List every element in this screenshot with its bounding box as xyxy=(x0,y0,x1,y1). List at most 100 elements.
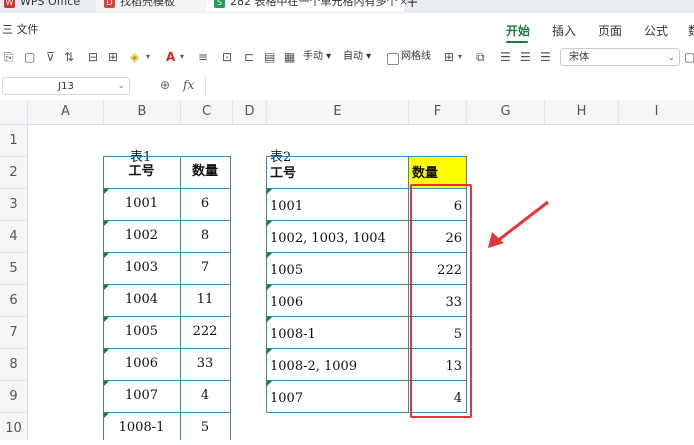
formula-divider xyxy=(205,76,206,96)
ribbon-tab-insert[interactable]: 插入 xyxy=(552,22,576,39)
format-painter-icon[interactable]: ⎘ xyxy=(4,49,14,65)
gridlines-checkbox[interactable] xyxy=(387,53,399,65)
tab-wps-label: WPS Office xyxy=(20,0,81,8)
table-border xyxy=(103,252,231,253)
name-box[interactable]: J13 ⌄ xyxy=(2,77,130,95)
merge-icon[interactable]: ⊡ xyxy=(222,49,232,65)
table-border xyxy=(103,156,231,157)
text-number-marker xyxy=(104,189,109,194)
ribbon-tab-data[interactable]: 数 xyxy=(688,22,694,39)
table1-cell[interactable]: 222 xyxy=(180,316,230,348)
table1-cell[interactable]: 6 xyxy=(180,188,230,220)
table-border xyxy=(230,156,231,440)
text-number-marker xyxy=(267,381,272,386)
row-height-auto[interactable]: 自动 ▾ xyxy=(343,50,371,64)
table-icon[interactable]: ▦ xyxy=(284,49,295,65)
cell-style-icon[interactable]: ▤ xyxy=(264,49,275,65)
annotation-arrow-icon xyxy=(488,200,549,248)
tab-template[interactable]: D 找稻壳模板 xyxy=(96,0,212,12)
sort-icon[interactable]: ⇅ xyxy=(64,49,74,65)
text-number-marker xyxy=(267,253,272,258)
row-height-auto-label: 自动 xyxy=(343,51,363,62)
cell-area[interactable]: 表1 表2 工号 数量 1001 6 1002 8 1003 7 1004 11 1005 222 1006… xyxy=(0,100,694,440)
function-icon[interactable]: fx xyxy=(183,78,194,92)
ribbon-toolbar: ⎘ ▢ ⊽ ⇅ ⊟ ⊞ ◈ ▾ A ▾ ≡ ⊡ ⊏ ▤ ▦ 手动 ▾ 自动 ▾ … xyxy=(0,44,694,73)
table2-cell[interactable]: 1005 xyxy=(266,252,408,284)
table1-cell[interactable]: 8 xyxy=(180,220,230,252)
fill-color-icon[interactable]: ◈ xyxy=(130,49,139,65)
table-border xyxy=(103,348,231,349)
table2-cell[interactable]: 1008-2, 1009 xyxy=(266,348,408,380)
table-border xyxy=(103,412,231,413)
table1-cell[interactable]: 4 xyxy=(180,380,230,412)
freeze-icon[interactable]: ⊟ xyxy=(88,49,98,65)
border-icon[interactable]: ⊞ xyxy=(108,49,118,65)
text-number-marker xyxy=(104,317,109,322)
chevron-down-icon[interactable]: ▾ xyxy=(146,49,150,65)
wrap-icon[interactable]: ⊏ xyxy=(244,49,254,65)
table1-cell[interactable]: 11 xyxy=(180,284,230,316)
formula-input[interactable] xyxy=(208,76,688,96)
table1-cell[interactable]: 7 xyxy=(180,252,230,284)
filter-icon[interactable]: ⊽ xyxy=(46,49,55,65)
font-family-select[interactable]: 宋体 ⌄ xyxy=(560,48,680,66)
table1-cell[interactable]: 1004 xyxy=(103,284,180,316)
table1-cell[interactable]: 1002 xyxy=(103,220,180,252)
chevron-down-icon[interactable]: ▾ xyxy=(458,49,462,65)
file-menu[interactable]: 三 文件 xyxy=(2,21,39,37)
table2-cell[interactable]: 1002, 1003, 1004 xyxy=(266,220,408,252)
wps-logo-icon: W xyxy=(4,0,15,8)
row-height-manual[interactable]: 手动 ▾ xyxy=(303,50,331,64)
gridlines-label: 网格线 xyxy=(401,51,431,62)
table1-cell[interactable]: 33 xyxy=(180,348,230,380)
table1-header-cell[interactable]: 工号 xyxy=(103,156,180,188)
tab-template-label: 找稻壳模板 xyxy=(120,0,175,8)
table1-cell[interactable]: 1005 xyxy=(103,316,180,348)
layout-icon[interactable]: ⊞ xyxy=(444,49,454,65)
tab-active-label: 282 表格中在一个单元格内有多个 xyxy=(230,0,398,8)
docer-logo-icon: D xyxy=(104,0,115,8)
chevron-down-icon[interactable]: ▾ xyxy=(180,49,184,65)
table2-cell[interactable]: 1006 xyxy=(266,284,408,316)
font-size-icon[interactable]: ▢ xyxy=(684,49,694,65)
row-height-manual-label: 手动 xyxy=(303,51,323,62)
text-number-marker xyxy=(104,349,109,354)
align-center-icon[interactable]: ☰ xyxy=(520,49,531,65)
text-number-marker xyxy=(267,349,272,354)
table1-cell[interactable]: 1003 xyxy=(103,252,180,284)
spreadsheet-grid: ABCDEFGHI 1 2 3 4 5 6 7 8 9 10 表1 表2 工号 数量 1001 6 1002 8… xyxy=(0,100,694,440)
ribbon-tab-page[interactable]: 页面 xyxy=(598,22,622,39)
text-number-marker xyxy=(104,221,109,226)
table2-cell[interactable]: 1008-1 xyxy=(266,316,408,348)
text-number-marker xyxy=(104,381,109,386)
tab-active-sheet[interactable]: S 282 表格中在一个单元格内有多个 xyxy=(206,0,404,12)
align-left-icon[interactable]: ☰ xyxy=(500,49,511,65)
table-border xyxy=(266,156,467,157)
ribbon-tab-home[interactable]: 开始 xyxy=(506,22,530,39)
align-icon[interactable]: ≡ xyxy=(198,49,208,65)
text-number-marker xyxy=(104,253,109,258)
align-right-icon[interactable]: ☰ xyxy=(540,49,551,65)
zoom-icon[interactable]: ⊕ xyxy=(160,78,170,92)
table-border xyxy=(180,156,181,440)
arrange-icon[interactable]: ⧉ xyxy=(476,49,485,65)
tab-wps-office[interactable]: W WPS Office xyxy=(4,0,94,12)
table-border xyxy=(103,284,231,285)
paste-icon[interactable]: ▢ xyxy=(24,49,35,65)
table1-header-cell[interactable]: 数量 xyxy=(180,156,230,188)
ribbon-tab-formula[interactable]: 公式 xyxy=(644,22,668,39)
font-color-icon[interactable]: A xyxy=(166,49,175,65)
table1-cell[interactable]: 1006 xyxy=(103,348,180,380)
table2-header-cell[interactable]: 工号 xyxy=(266,156,408,188)
chevron-down-icon: ⌄ xyxy=(667,53,675,63)
table1-cell[interactable]: 1007 xyxy=(103,380,180,412)
table2-cell[interactable]: 1007 xyxy=(266,380,408,412)
table-border xyxy=(103,156,104,440)
table2-cell[interactable]: 1001 xyxy=(266,188,408,220)
table1-cell[interactable]: 1008-1 xyxy=(103,412,180,444)
table1-cell[interactable]: 1001 xyxy=(103,188,180,220)
table-border xyxy=(103,220,231,221)
text-number-marker xyxy=(267,285,272,290)
add-tab-icon[interactable]: + xyxy=(406,0,419,11)
table1-cell[interactable]: 5 xyxy=(180,412,230,444)
